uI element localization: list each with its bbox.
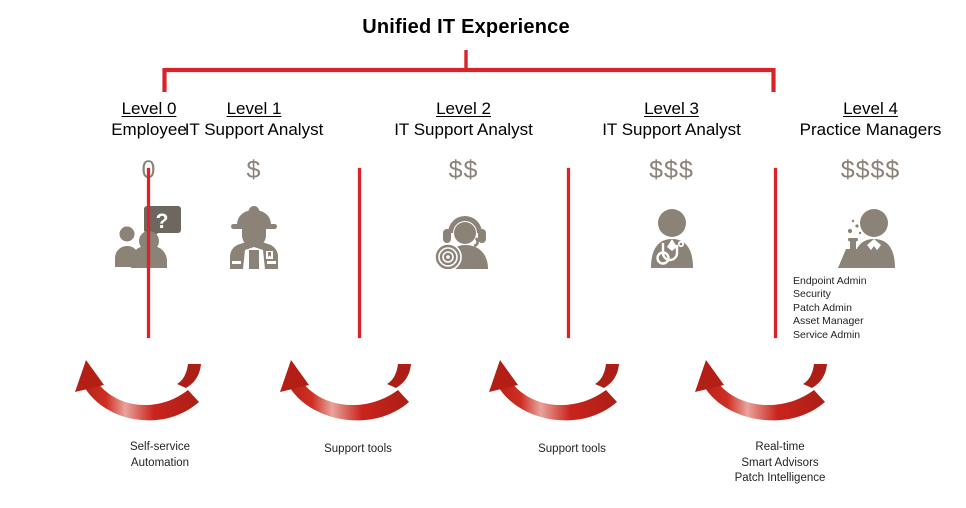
headset-agent-icon — [359, 197, 568, 269]
sub-role-item: Patch Admin — [793, 301, 852, 314]
caption-line: Self-service — [129, 441, 191, 453]
diagram-canvas: Unified IT Experience Level 0 Employee 0… — [0, 0, 966, 508]
sub-role-item: Security — [793, 288, 831, 301]
divider-level-1-2 — [358, 168, 361, 338]
role-label-3: IT Support Analyst — [602, 120, 741, 139]
stethoscope-specialist-icon — [568, 197, 775, 269]
column-level-2: Level 2 IT Support Analyst $$ — [359, 98, 568, 269]
level-label-4: Level 4 — [843, 99, 898, 118]
caption-line: Patch Intelligence — [734, 472, 826, 484]
caption-line: Support tools — [324, 443, 392, 455]
column-4-heading: Level 4 Practice Managers — [775, 98, 966, 140]
column-1-heading: Level 1 IT Support Analyst — [148, 98, 360, 140]
cost-indicator-1: $ — [246, 156, 262, 184]
column-3-heading: Level 3 IT Support Analyst — [568, 98, 775, 140]
scientist-flask-icon — [775, 197, 966, 269]
caption-support-tools-2: Support tools — [482, 442, 662, 458]
role-label-1: IT Support Analyst — [184, 120, 324, 139]
divider-level-0-1 — [147, 168, 150, 338]
arrow-level-2-to-1 — [280, 360, 411, 421]
role-label-4: Practice Managers — [799, 120, 942, 139]
caption-self-service: Self-service Automation — [70, 440, 250, 471]
divider-level-3-4 — [774, 168, 777, 338]
sub-role-item: Endpoint Admin — [793, 275, 867, 287]
arrow-level-1-to-0 — [75, 360, 201, 421]
arrow-level-4-to-3 — [695, 360, 827, 421]
level-label-2: Level 2 — [436, 99, 491, 118]
caption-line: Smart Advisors — [741, 456, 819, 469]
column-2-heading: Level 2 IT Support Analyst — [359, 98, 568, 140]
column-level-1: Level 1 IT Support Analyst $ — [148, 98, 360, 269]
caption-line: Support tools — [538, 443, 606, 455]
page-title-text: Unified IT Experience — [362, 16, 570, 38]
caption-line: Real-time — [755, 441, 805, 453]
sub-role-item: Asset Manager — [793, 315, 864, 328]
level-label-3: Level 3 — [644, 99, 699, 118]
cost-indicator-2: $$ — [448, 156, 479, 184]
column-level-4: Level 4 Practice Managers $$$$ Endpoint … — [775, 98, 966, 342]
caption-line: Automation — [130, 456, 190, 469]
role-label-2: IT Support Analyst — [394, 120, 533, 139]
sub-role-item: Service Admin — [793, 328, 861, 341]
caption-realtime-advisors: Real-time Smart Advisors Patch Intellige… — [680, 440, 880, 487]
level-4-sub-roles: Endpoint Admin Security Patch Admin Asse… — [775, 275, 966, 342]
cost-indicator-4: $$$$ — [840, 156, 901, 184]
caption-support-tools-1: Support tools — [268, 442, 448, 458]
column-level-3: Level 3 IT Support Analyst $$$ — [568, 98, 775, 269]
page-title: Unified IT Experience — [0, 16, 966, 39]
arrow-level-3-to-2 — [489, 360, 619, 421]
cost-indicator-3: $$$ — [649, 156, 694, 184]
divider-level-2-3 — [567, 168, 570, 338]
hardhat-worker-icon — [148, 197, 360, 269]
level-label-1: Level 1 — [226, 99, 282, 118]
